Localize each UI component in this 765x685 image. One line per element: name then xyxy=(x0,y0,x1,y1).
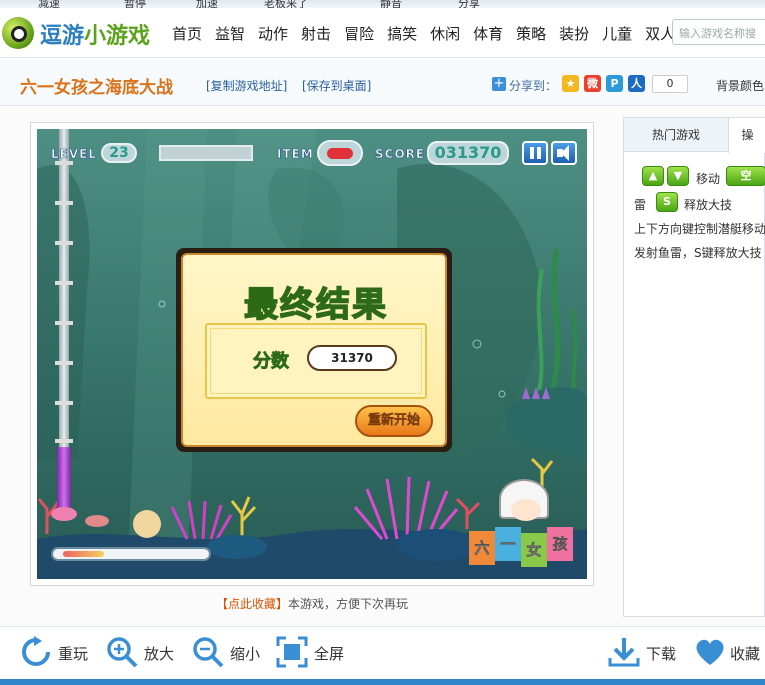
shell-decoration xyxy=(133,510,161,538)
mine-label: 雷 xyxy=(634,198,647,212)
share-renren-icon[interactable]: 人 xyxy=(628,75,645,92)
depth-pole xyxy=(59,129,69,459)
zoom-out-icon xyxy=(193,637,224,668)
main-nav: 首页 益智 动作 射击 冒险 搞笑 休闲 体育 策略 装扮 儿童 双人 xyxy=(172,23,688,44)
red-coral xyxy=(37,497,481,534)
zoom-out-button[interactable]: 缩小 xyxy=(192,627,264,680)
controls-description-1: 上下方向键控制潜艇移动 xyxy=(634,222,765,236)
logo-icon xyxy=(2,17,34,49)
item-slot xyxy=(317,140,363,166)
energy-bar xyxy=(51,547,211,561)
progress-bar-empty xyxy=(159,145,253,161)
s-key-icon: S xyxy=(656,192,678,212)
down-key-icon: ▼ xyxy=(667,166,689,186)
level-value: 23 xyxy=(101,143,137,163)
pause-button[interactable]: 暂停 xyxy=(124,0,146,8)
logo-text: 逗游小游戏 xyxy=(40,24,151,49)
mute-button[interactable]: 静音 xyxy=(380,0,402,8)
brand-tile-4: 孩 xyxy=(547,527,573,561)
bottom-toolbar: 重玩 放大 缩小 全屏 下载 收藏 xyxy=(0,626,765,679)
zoom-in-button[interactable]: 放大 xyxy=(106,627,178,680)
side-panel: 热门游戏 操 ▲ ▼ 移动 空 雷 S 释放大技 上下方向键控制潜艇移动 发射鱼… xyxy=(623,117,765,617)
nav-adventure[interactable]: 冒险 xyxy=(344,23,374,44)
nav-funny[interactable]: 搞笑 xyxy=(387,23,417,44)
fullscreen-icon xyxy=(276,636,308,668)
nav-sports[interactable]: 体育 xyxy=(473,23,503,44)
torpedo-icon xyxy=(327,148,353,159)
favorite-button[interactable]: 收藏 xyxy=(694,627,765,680)
share-plus-icon[interactable]: + xyxy=(492,77,506,91)
final-score-value: 31370 xyxy=(307,345,397,371)
restart-button[interactable]: 重新开始 xyxy=(355,405,433,437)
share-qzone-icon[interactable]: ★ xyxy=(562,75,579,92)
result-dialog-body: 最终结果 分数 31370 重新开始 xyxy=(181,253,447,447)
level-label: LEVEL xyxy=(51,147,97,162)
speed-button[interactable]: 加速 xyxy=(196,0,218,8)
score-label: SCORE xyxy=(375,147,426,162)
brand-tile-2: 一 xyxy=(495,527,521,561)
download-button[interactable]: 下载 xyxy=(608,627,680,680)
boss-key-button[interactable]: 老板来了 xyxy=(264,0,308,8)
controls-description-2: 发射鱼雷，S键释放大技 xyxy=(634,246,762,260)
game-titlebar: 六一女孩之海底大战 [复制游戏地址] [保存到桌面] + 分享到： ★ 微 P … xyxy=(0,60,765,106)
purple-shells xyxy=(522,387,550,399)
nav-strategy[interactable]: 策略 xyxy=(516,23,546,44)
favorite-link[interactable]: 【点此收藏】 xyxy=(216,597,288,611)
final-score-label: 分数 xyxy=(253,351,290,373)
final-score-box: 分数 31370 xyxy=(205,323,427,399)
share-label: 分享到： xyxy=(509,79,558,93)
replay-button[interactable]: 重玩 xyxy=(20,627,92,680)
heart-icon xyxy=(696,639,724,665)
save-to-desktop-link[interactable]: [保存到桌面] xyxy=(302,77,371,94)
nav-home[interactable]: 首页 xyxy=(172,23,202,44)
pause-button[interactable] xyxy=(522,141,548,165)
zoom-in-icon xyxy=(107,637,138,668)
girl-character xyxy=(499,479,549,521)
share-top-button[interactable]: 分享 xyxy=(458,0,480,8)
tab-controls[interactable]: 操 xyxy=(728,118,765,153)
up-key-icon: ▲ xyxy=(642,166,664,186)
background-color-label[interactable]: 背景颜色 xyxy=(716,77,764,94)
fullscreen-button[interactable]: 全屏 xyxy=(276,627,348,680)
share-tencent-icon[interactable]: P xyxy=(606,75,623,92)
tab-hot-games[interactable]: 热门游戏 xyxy=(624,118,728,152)
item-label: ITEM xyxy=(277,147,314,162)
nav-two-player[interactable]: 双人 xyxy=(645,23,675,44)
favorite-caption: 【点此收藏】本游戏，方便下次再玩 xyxy=(215,597,409,611)
score-value: 031370 xyxy=(427,141,509,165)
copy-game-link[interactable]: [复制游戏地址] xyxy=(206,77,287,94)
space-key-icon: 空 xyxy=(726,166,765,186)
brand-tile-1: 六 xyxy=(469,531,495,565)
result-title: 最终结果 xyxy=(243,284,388,326)
nav-dressup[interactable]: 装扮 xyxy=(559,23,589,44)
share-weibo-icon[interactable]: 微 xyxy=(584,75,601,92)
energy-bar-fill xyxy=(63,551,104,557)
skill-label: 释放大技 xyxy=(684,198,733,212)
sound-icon[interactable] xyxy=(551,141,577,165)
nav-kids[interactable]: 儿童 xyxy=(602,23,632,44)
browser-toolbar-strip: 减速 暂停 加速 老板来了 静音 分享 xyxy=(0,0,765,8)
download-icon xyxy=(608,638,640,667)
replay-icon xyxy=(22,636,50,666)
side-tabs: 热门游戏 操 xyxy=(624,118,765,153)
brand-tile-3: 女 xyxy=(521,533,547,567)
bottom-accent-line xyxy=(0,679,765,685)
site-header: 逗游小游戏 首页 益智 动作 射击 冒险 搞笑 休闲 体育 策略 装扮 儿童 双… xyxy=(0,8,765,58)
nav-action[interactable]: 动作 xyxy=(258,23,288,44)
nav-shooting[interactable]: 射击 xyxy=(301,23,331,44)
result-dialog: 最终结果 分数 31370 重新开始 xyxy=(176,248,452,452)
slow-button[interactable]: 减速 xyxy=(38,0,60,8)
site-logo[interactable]: 逗游小游戏 xyxy=(2,15,162,51)
search-input[interactable]: 输入游戏名称搜 xyxy=(672,19,765,45)
share-count: 0 xyxy=(652,75,688,93)
nav-casual[interactable]: 休闲 xyxy=(430,23,460,44)
game-title: 六一女孩之海底大战 xyxy=(20,78,173,98)
nav-puzzle[interactable]: 益智 xyxy=(215,23,245,44)
game-canvas[interactable]: LEVEL 23 ITEM SCORE 031370 最终结果 分数 31370… xyxy=(37,129,587,579)
move-label: 移动 xyxy=(696,172,721,186)
